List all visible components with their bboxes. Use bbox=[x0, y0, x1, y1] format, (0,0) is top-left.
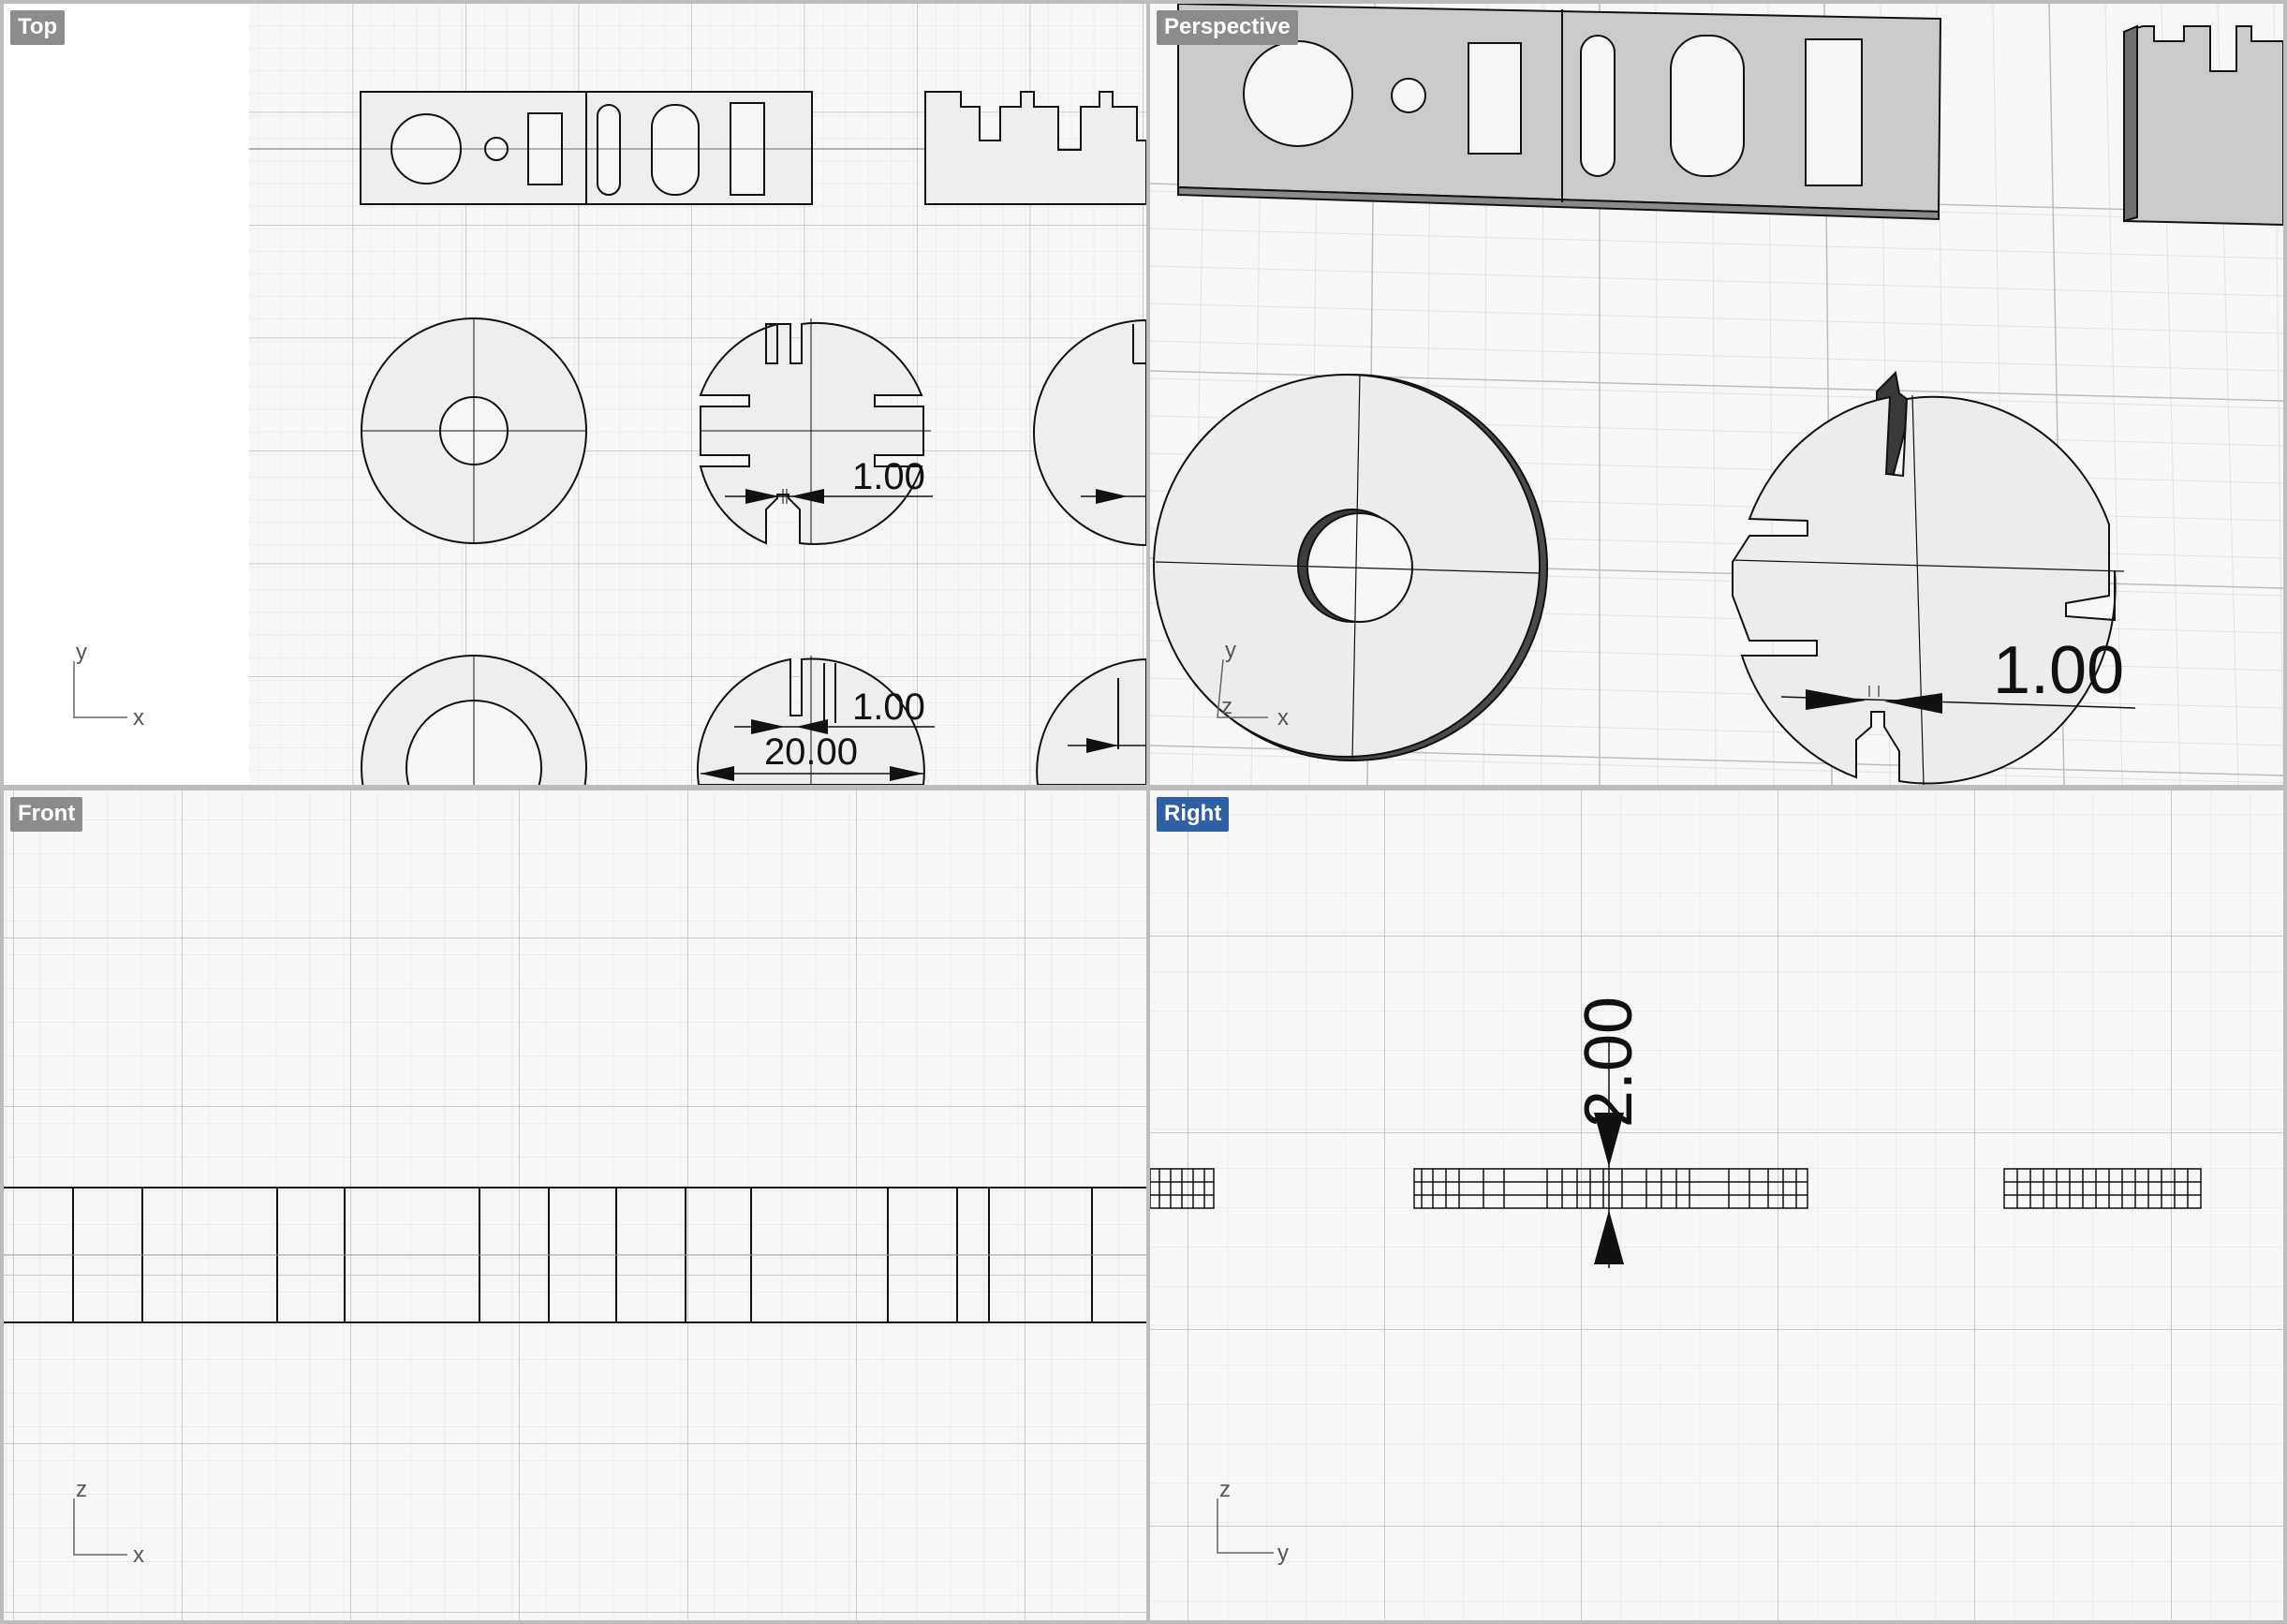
svg-text:y: y bbox=[1225, 638, 1236, 663]
dimension-label: 1.00 bbox=[1993, 633, 2124, 708]
right-view-canvas[interactable]: 2.00 z y bbox=[1150, 790, 2283, 1620]
viewport-label-right[interactable]: Right bbox=[1157, 797, 1230, 832]
dimension-label: 1.00 bbox=[852, 456, 925, 497]
front-view-canvas[interactable]: z x bbox=[4, 790, 1146, 1620]
viewport-right[interactable]: 2.00 z y Right bbox=[1150, 790, 2283, 1620]
svg-text:x: x bbox=[133, 1543, 144, 1568]
viewport-front[interactable]: z x Front bbox=[4, 790, 1146, 1620]
empty-panel-region bbox=[4, 4, 249, 785]
viewport-label-top[interactable]: Top bbox=[10, 10, 66, 45]
svg-text:y: y bbox=[1277, 1541, 1289, 1566]
slotted-disc-part[interactable] bbox=[699, 321, 924, 546]
perspective-view-canvas[interactable]: 1.00 y z x bbox=[1150, 4, 2283, 785]
viewport-top[interactable]: 1.00 1.00 20.00 y x Top bbox=[4, 4, 1146, 785]
svg-text:z: z bbox=[76, 1477, 87, 1502]
svg-text:z: z bbox=[1221, 694, 1232, 719]
viewport-label-front[interactable]: Front bbox=[10, 797, 83, 832]
dimension-label: 1.00 bbox=[852, 687, 925, 728]
svg-text:x: x bbox=[1277, 705, 1289, 731]
comb-plate-part-3d[interactable] bbox=[2123, 24, 2283, 227]
top-view-canvas[interactable]: 1.00 1.00 20.00 y x bbox=[4, 4, 1146, 785]
svg-text:y: y bbox=[76, 640, 87, 665]
plate-holes-part[interactable] bbox=[360, 91, 813, 205]
svg-text:x: x bbox=[133, 705, 144, 731]
dimension-label: 2.00 bbox=[1571, 997, 1646, 1128]
comb-plate-part[interactable] bbox=[924, 91, 1146, 205]
svg-text:z: z bbox=[1219, 1477, 1231, 1502]
dimension-label: 20.00 bbox=[764, 731, 858, 773]
viewport-perspective[interactable]: 1.00 y z x Perspective bbox=[1150, 4, 2283, 785]
viewport-label-perspective[interactable]: Perspective bbox=[1157, 10, 1298, 45]
